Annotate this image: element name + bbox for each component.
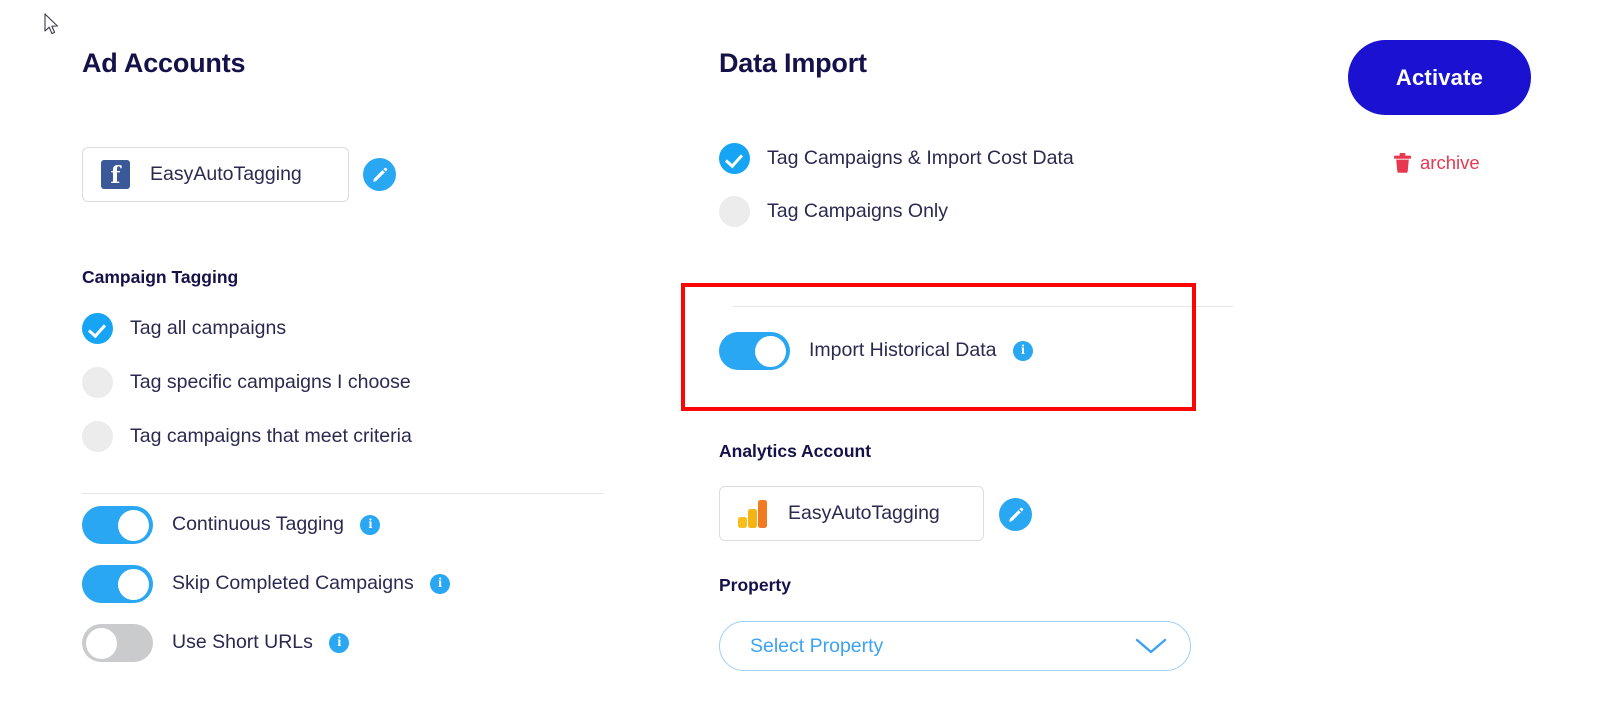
toggle-label: Continuous Tagging	[172, 513, 345, 536]
toggle-skip-completed-campaigns[interactable]: Skip Completed Campaigns i	[82, 565, 451, 603]
facebook-icon	[101, 160, 130, 190]
edit-analytics-account-button[interactable]	[999, 498, 1032, 531]
toggle-label-wrap: Skip Completed Campaigns i	[172, 572, 451, 595]
edit-ad-account-button[interactable]	[363, 158, 396, 191]
radio-label: Tag all campaigns	[130, 316, 287, 339]
pencil-icon	[1008, 507, 1023, 522]
radio-indicator-checked	[719, 143, 750, 174]
ad-account-name: EasyAutoTagging	[150, 163, 302, 185]
toggle-knob	[118, 568, 149, 600]
page-title-data-import: Data Import	[719, 48, 867, 78]
mouse-cursor	[44, 13, 58, 35]
analytics-account-title: Analytics Account	[719, 441, 872, 461]
activate-button[interactable]: Activate	[1348, 40, 1531, 115]
page-title-ad-accounts: Ad Accounts	[82, 48, 246, 78]
toggle-label: Import Historical Data	[809, 339, 997, 362]
toggle-label-wrap: Use Short URLs i	[172, 631, 350, 654]
chevron-down-icon	[1135, 638, 1167, 654]
analytics-account-name: EasyAutoTagging	[788, 502, 940, 524]
left-column-divider	[82, 493, 604, 494]
property-title: Property	[719, 575, 791, 595]
trash-icon	[1394, 153, 1411, 173]
toggle-label-wrap: Continuous Tagging i	[172, 513, 381, 536]
radio-tag-specific-campaigns[interactable]: Tag specific campaigns I choose	[82, 367, 411, 398]
toggle-switch-on[interactable]	[82, 565, 153, 603]
toggle-label: Skip Completed Campaigns	[172, 572, 414, 595]
toggle-import-historical-data[interactable]: Import Historical Data i	[719, 332, 1033, 370]
data-import-divider	[733, 306, 1233, 307]
radio-indicator	[82, 367, 113, 398]
property-select-value: Select Property	[750, 634, 884, 657]
radio-tag-criteria-campaigns[interactable]: Tag campaigns that meet criteria	[82, 421, 412, 452]
radio-label: Tag Campaigns Only	[767, 199, 949, 222]
toggle-knob	[755, 335, 786, 367]
analytics-account-chip[interactable]: EasyAutoTagging	[719, 486, 984, 541]
toggle-switch-on[interactable]	[719, 332, 790, 370]
radio-indicator	[82, 421, 113, 452]
toggle-switch-on[interactable]	[82, 506, 153, 544]
radio-tag-campaigns-only[interactable]: Tag Campaigns Only	[719, 196, 948, 227]
toggle-switch-off[interactable]	[82, 624, 153, 662]
property-select[interactable]: Select Property	[719, 621, 1191, 671]
toggle-label: Use Short URLs	[172, 631, 313, 654]
radio-tag-and-import-cost-data[interactable]: Tag Campaigns & Import Cost Data	[719, 143, 1074, 174]
info-icon[interactable]: i	[360, 515, 381, 535]
info-icon[interactable]: i	[329, 633, 350, 653]
archive-link[interactable]: archive	[1394, 152, 1480, 174]
radio-indicator-checked	[82, 313, 113, 344]
radio-indicator	[719, 196, 750, 227]
info-icon[interactable]: i	[1012, 341, 1033, 361]
toggle-knob	[118, 509, 149, 541]
google-analytics-icon	[738, 499, 768, 528]
info-icon[interactable]: i	[430, 574, 451, 594]
campaign-tagging-title: Campaign Tagging	[82, 267, 239, 287]
ad-account-chip[interactable]: EasyAutoTagging	[82, 147, 349, 202]
toggle-label-wrap: Import Historical Data i	[809, 339, 1033, 362]
radio-label: Tag specific campaigns I choose	[130, 370, 411, 393]
pencil-icon	[372, 167, 387, 182]
radio-tag-all-campaigns[interactable]: Tag all campaigns	[82, 313, 286, 344]
toggle-knob	[85, 627, 117, 659]
radio-label: Tag campaigns that meet criteria	[130, 424, 412, 447]
toggle-continuous-tagging[interactable]: Continuous Tagging i	[82, 506, 381, 544]
archive-label: archive	[1420, 152, 1480, 173]
toggle-use-short-urls[interactable]: Use Short URLs i	[82, 624, 350, 662]
radio-label: Tag Campaigns & Import Cost Data	[767, 146, 1074, 169]
